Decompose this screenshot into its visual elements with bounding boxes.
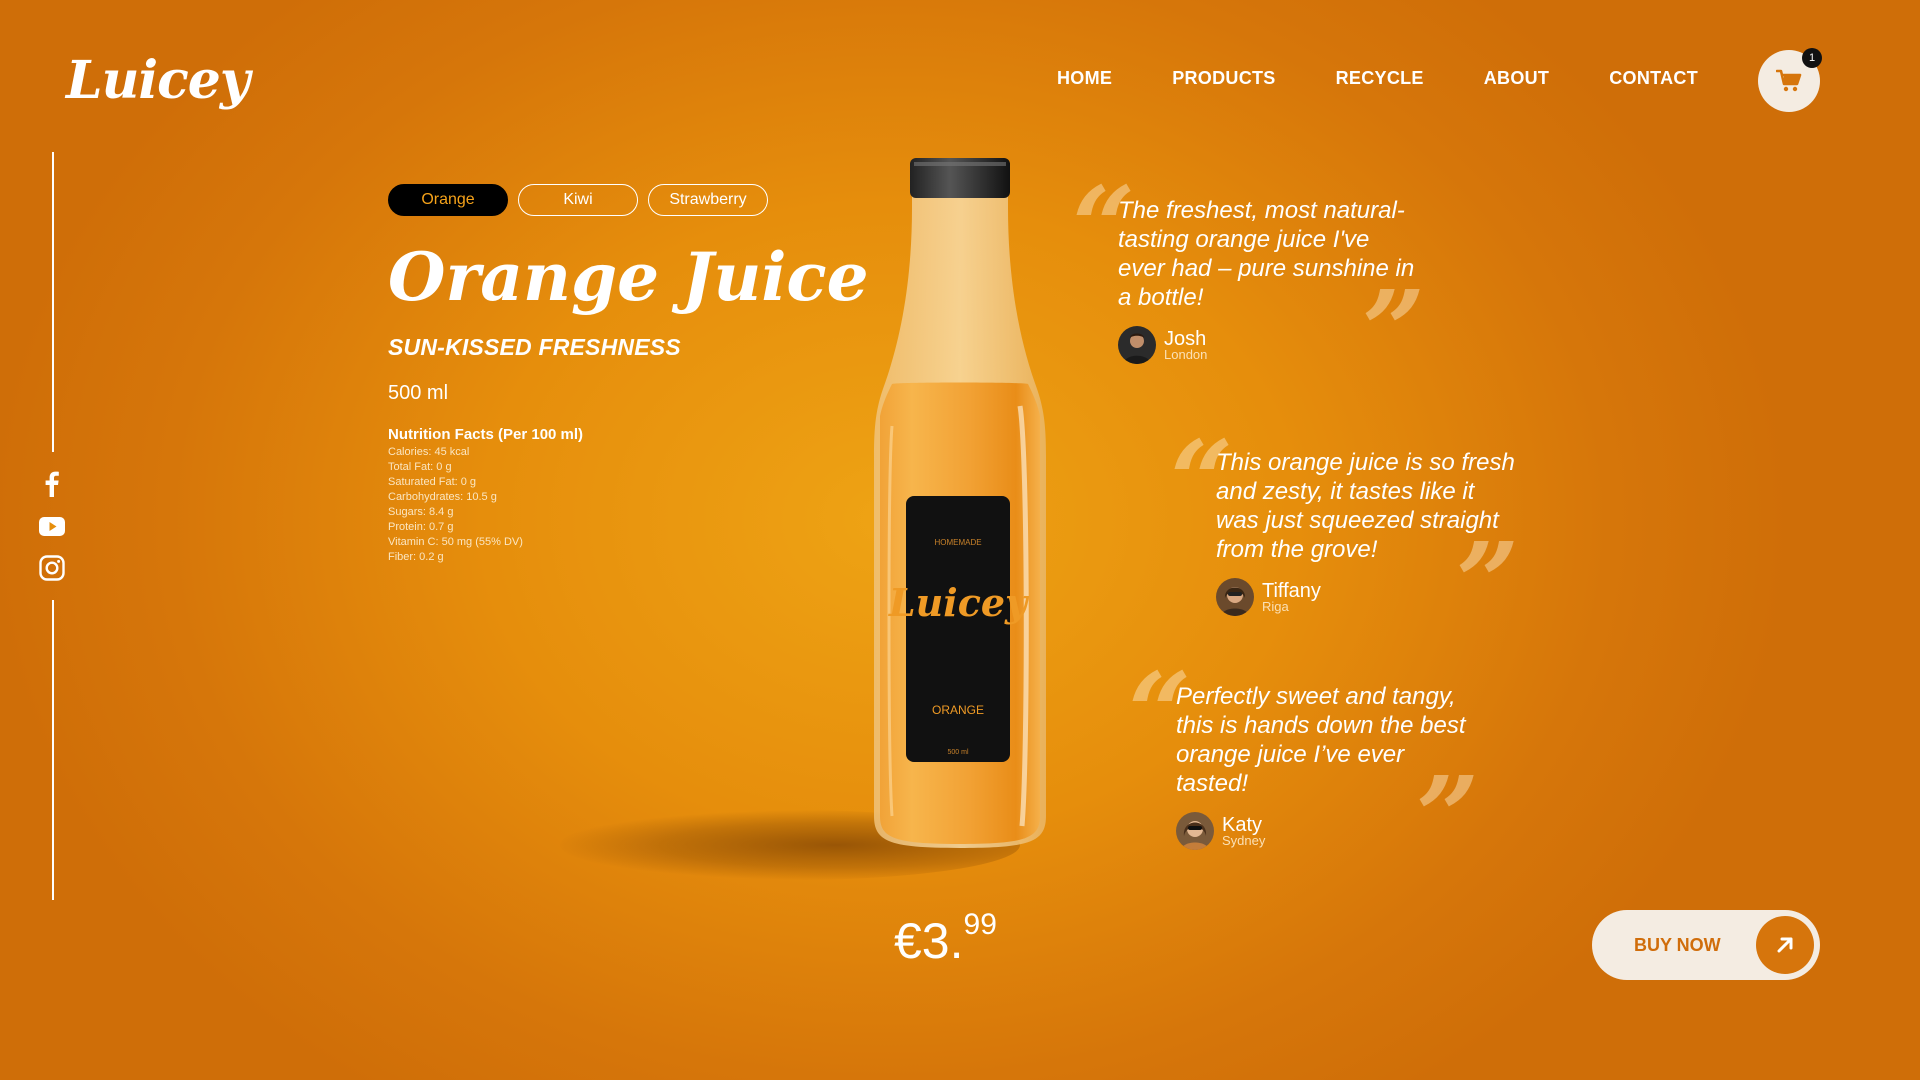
nav-recycle[interactable]: RECYCLE [1336, 68, 1424, 89]
price-main: €3. [894, 913, 964, 969]
flavor-tabs: Orange Kiwi Strawberry [388, 184, 768, 216]
label-flavor-text: ORANGE [932, 703, 984, 717]
label-brand-text: Luicey [888, 580, 1030, 625]
nutrition-item: Carbohydrates: 10.5 g [388, 491, 497, 503]
product-volume: 500 ml [388, 382, 449, 404]
nutrition-item: Saturated Fat: 0 g [388, 476, 477, 488]
reviewer-name: Tiffany [1262, 579, 1321, 602]
main-nav: HOME PRODUCTS RECYCLE ABOUT CONTACT [1057, 68, 1698, 89]
quote-close-icon: ” [1456, 518, 1520, 647]
nutrition-item: Vitamin C: 50 mg (55% DV) [388, 536, 523, 548]
nutrition-item: Sugars: 8.4 g [388, 506, 454, 518]
nutrition-item: Calories: 45 kcal [388, 446, 470, 458]
review-card-tiffany: “ ” This orange juice is so fresh and ze… [1170, 426, 1519, 638]
nav-products[interactable]: PRODUCTS [1172, 68, 1275, 89]
brand-logo[interactable]: Luicey [66, 50, 250, 111]
reviewer-avatar [1118, 326, 1156, 364]
product-price: €3.99 [894, 908, 997, 970]
quote-close-icon: ” [1362, 266, 1426, 395]
reviewer-name: Josh [1164, 327, 1207, 350]
nav-about[interactable]: ABOUT [1484, 68, 1550, 89]
arrow-up-right-icon [1756, 916, 1814, 974]
side-divider-top [52, 152, 54, 452]
quote-open-icon: “ [1170, 416, 1234, 545]
product-subtitle: SUN-KISSED FRESHNESS [388, 334, 681, 360]
review-card-katy: “ ” Perfectly sweet and tangy, this is h… [1128, 658, 1479, 872]
buy-now-label: BUY NOW [1634, 934, 1721, 955]
cart-icon [1776, 69, 1802, 92]
flavor-tab-strawberry[interactable]: Strawberry [648, 184, 768, 216]
nutrition-item: Total Fat: 0 g [388, 461, 452, 473]
youtube-icon[interactable] [38, 512, 66, 540]
label-volume-text: 500 ml [947, 749, 968, 756]
review-card-josh: “ ” The freshest, most natural-tasting o… [1072, 172, 1425, 386]
nav-contact[interactable]: CONTACT [1609, 68, 1698, 89]
price-cents: 99 [963, 908, 997, 942]
buy-now-button[interactable]: BUY NOW [1592, 910, 1820, 980]
reviewer-avatar [1176, 812, 1214, 850]
nutrition-item: Protein: 0.7 g [388, 521, 454, 533]
nutrition-item: Fiber: 0.2 g [388, 551, 444, 563]
reviewer-city: London [1164, 346, 1208, 362]
reviewer-avatar [1216, 578, 1254, 616]
quote-close-icon: ” [1416, 752, 1480, 881]
quote-open-icon: “ [1128, 648, 1192, 777]
quote-open-icon: “ [1072, 162, 1136, 291]
cart-button[interactable]: 1 [1758, 48, 1822, 112]
facebook-icon[interactable] [38, 470, 66, 498]
flavor-tab-kiwi[interactable]: Kiwi [518, 184, 638, 216]
flavor-tab-orange[interactable]: Orange [388, 184, 508, 216]
nutrition-facts: Calories: 45 kcal Total Fat: 0 g Saturat… [388, 445, 523, 565]
juice-bottle-image: HOMEMADE Luicey ORANGE 500 ml [874, 158, 1046, 848]
label-homemade-text: HOMEMADE [934, 538, 981, 547]
instagram-icon[interactable] [38, 554, 66, 582]
cart-count-badge: 1 [1802, 48, 1822, 68]
nav-home[interactable]: HOME [1057, 68, 1112, 89]
nutrition-title: Nutrition Facts (Per 100 ml) [388, 426, 584, 443]
product-title: Orange Juice [388, 238, 869, 316]
reviewer-city: Sydney [1222, 832, 1266, 848]
side-divider-bottom [52, 600, 54, 900]
reviewer-name: Katy [1222, 813, 1263, 836]
